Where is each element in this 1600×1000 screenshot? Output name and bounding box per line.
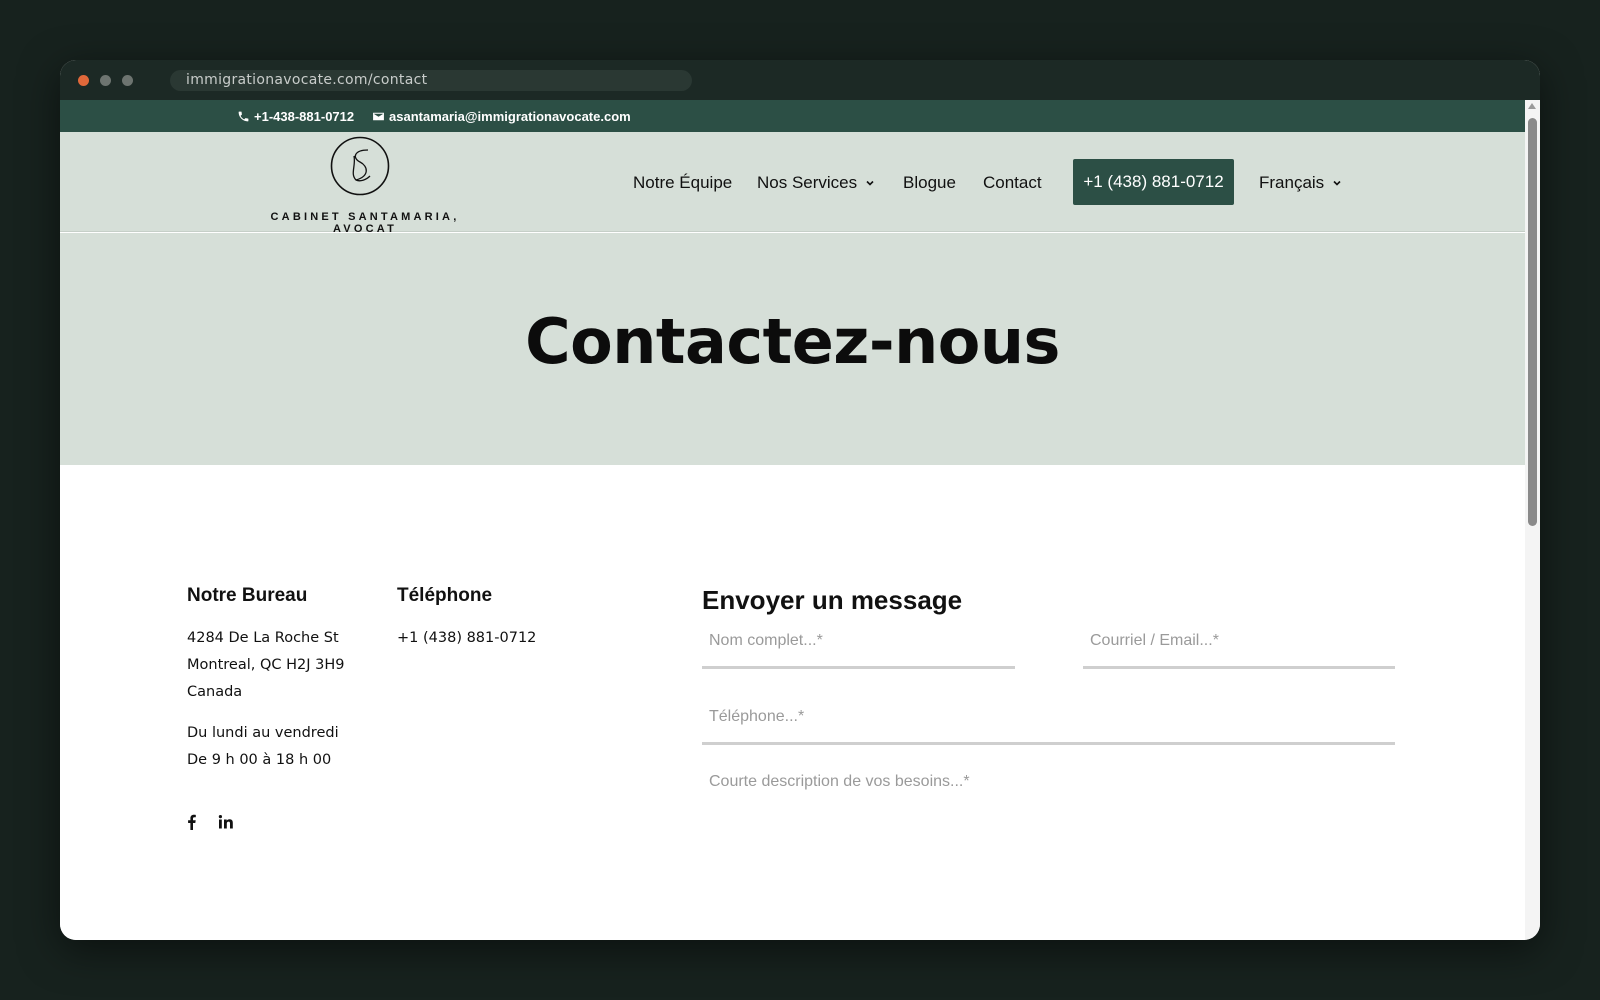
office-address-line2: Montreal, QC H2J 3H9 [187, 657, 345, 673]
office-hours-line1: Du lundi au vendredi [187, 725, 339, 741]
contact-section: Notre Bureau 4284 De La Roche St Montrea… [60, 465, 1525, 940]
nav-item-contact[interactable]: Contact [983, 173, 1042, 193]
topbar-email-text: asantamaria@immigrationavocate.com [389, 109, 631, 124]
page-scrollbar[interactable] [1525, 100, 1540, 940]
topbar-phone-link[interactable]: +1-438-881-0712 [237, 109, 354, 124]
logo-monogram [330, 136, 390, 196]
site-header: CABINET SANTAMARIA, AVOCAT Notre Équipe … [60, 132, 1525, 235]
form-heading: Envoyer un message [702, 585, 963, 615]
logo-wordmark: CABINET SANTAMARIA, AVOCAT [270, 211, 460, 235]
site-logo[interactable]: CABINET SANTAMARIA, AVOCAT [237, 132, 493, 235]
nav-blog-label: Blogue [903, 173, 956, 192]
language-selector[interactable]: Français [1259, 173, 1342, 193]
office-address-line1: 4284 De La Roche St [187, 630, 339, 646]
page-title: Contactez-nous [525, 305, 1060, 378]
address-bar[interactable]: immigrationavocate.com/contact [170, 70, 692, 91]
minimize-window-button[interactable] [100, 75, 111, 86]
maximize-window-button[interactable] [122, 75, 133, 86]
nav-services-label: Nos Services [757, 173, 858, 192]
browser-titlebar: immigrationavocate.com/contact [60, 60, 1540, 100]
page-viewport: +1-438-881-0712 asantamaria@immigrationa… [60, 100, 1525, 940]
top-info-bar: +1-438-881-0712 asantamaria@immigrationa… [60, 100, 1525, 132]
phone-number[interactable]: +1 (438) 881-0712 [397, 630, 536, 646]
nav-contact-label: Contact [983, 173, 1042, 192]
hero-banner: Contactez-nous [60, 233, 1525, 465]
linkedin-icon[interactable] [217, 813, 235, 831]
nav-item-services[interactable]: Nos Services [757, 173, 875, 193]
scroll-up-arrow-icon[interactable] [1528, 103, 1536, 109]
office-heading: Notre Bureau [187, 585, 308, 606]
phone-icon [238, 111, 249, 122]
topbar-phone-text: +1-438-881-0712 [254, 109, 355, 124]
email-field[interactable] [1083, 615, 1395, 669]
nav-team-label: Notre Équipe [633, 173, 733, 192]
topbar-email-link[interactable]: asantamaria@immigrationavocate.com [372, 109, 631, 124]
nav-item-blog[interactable]: Blogue [903, 173, 956, 193]
message-field[interactable] [702, 765, 1395, 905]
phone-field[interactable] [702, 691, 1395, 745]
facebook-icon[interactable] [183, 813, 201, 831]
name-field[interactable] [702, 615, 1015, 669]
chevron-down-icon [866, 180, 874, 186]
browser-window: immigrationavocate.com/contact +1-438-88… [60, 60, 1540, 940]
phone-heading: Téléphone [397, 585, 493, 606]
scroll-thumb[interactable] [1528, 118, 1537, 526]
office-hours-line2: De 9 h 00 à 18 h 00 [187, 752, 332, 768]
close-window-button[interactable] [78, 75, 89, 86]
phone-cta-button[interactable]: +1 (438) 881-0712 [1073, 159, 1234, 205]
chevron-down-icon [1333, 180, 1341, 186]
language-label: Français [1259, 173, 1325, 192]
nav-item-team[interactable]: Notre Équipe [633, 173, 732, 193]
envelope-icon [373, 112, 384, 121]
office-address-line3: Canada [187, 684, 243, 700]
